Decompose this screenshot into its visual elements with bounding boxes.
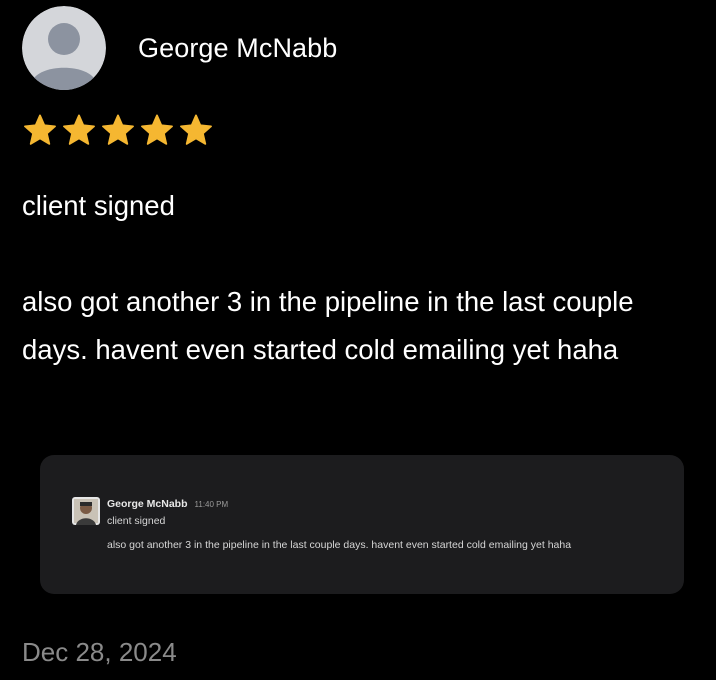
message-line: also got another 3 in the pipeline in th…: [107, 539, 572, 551]
review-paragraph: also got another 3 in the pipeline in th…: [22, 286, 642, 365]
review-date: Dec 28, 2024: [22, 637, 177, 667]
star-icon: [63, 114, 95, 145]
review-paragraph: client signed: [22, 190, 175, 221]
reviewer-name: George McNabb: [138, 33, 338, 63]
star-icon: [24, 114, 56, 145]
reviewer-avatar-icon: [22, 6, 106, 90]
star-rating: [22, 113, 214, 149]
review-body: client signed also got another 3 in the …: [22, 182, 702, 374]
message-avatar-icon: [72, 497, 100, 525]
star-icon: [141, 114, 173, 145]
embedded-message-screenshot: George McNabb 11:40 PM client signed als…: [40, 455, 684, 594]
message-timestamp: 11:40 PM: [194, 500, 229, 509]
message-line: client signed: [107, 515, 166, 527]
star-icon: [102, 114, 134, 145]
star-icon: [180, 114, 212, 145]
message-header: George McNabb 11:40 PM: [107, 498, 228, 510]
message-author: George McNabb: [107, 498, 188, 510]
